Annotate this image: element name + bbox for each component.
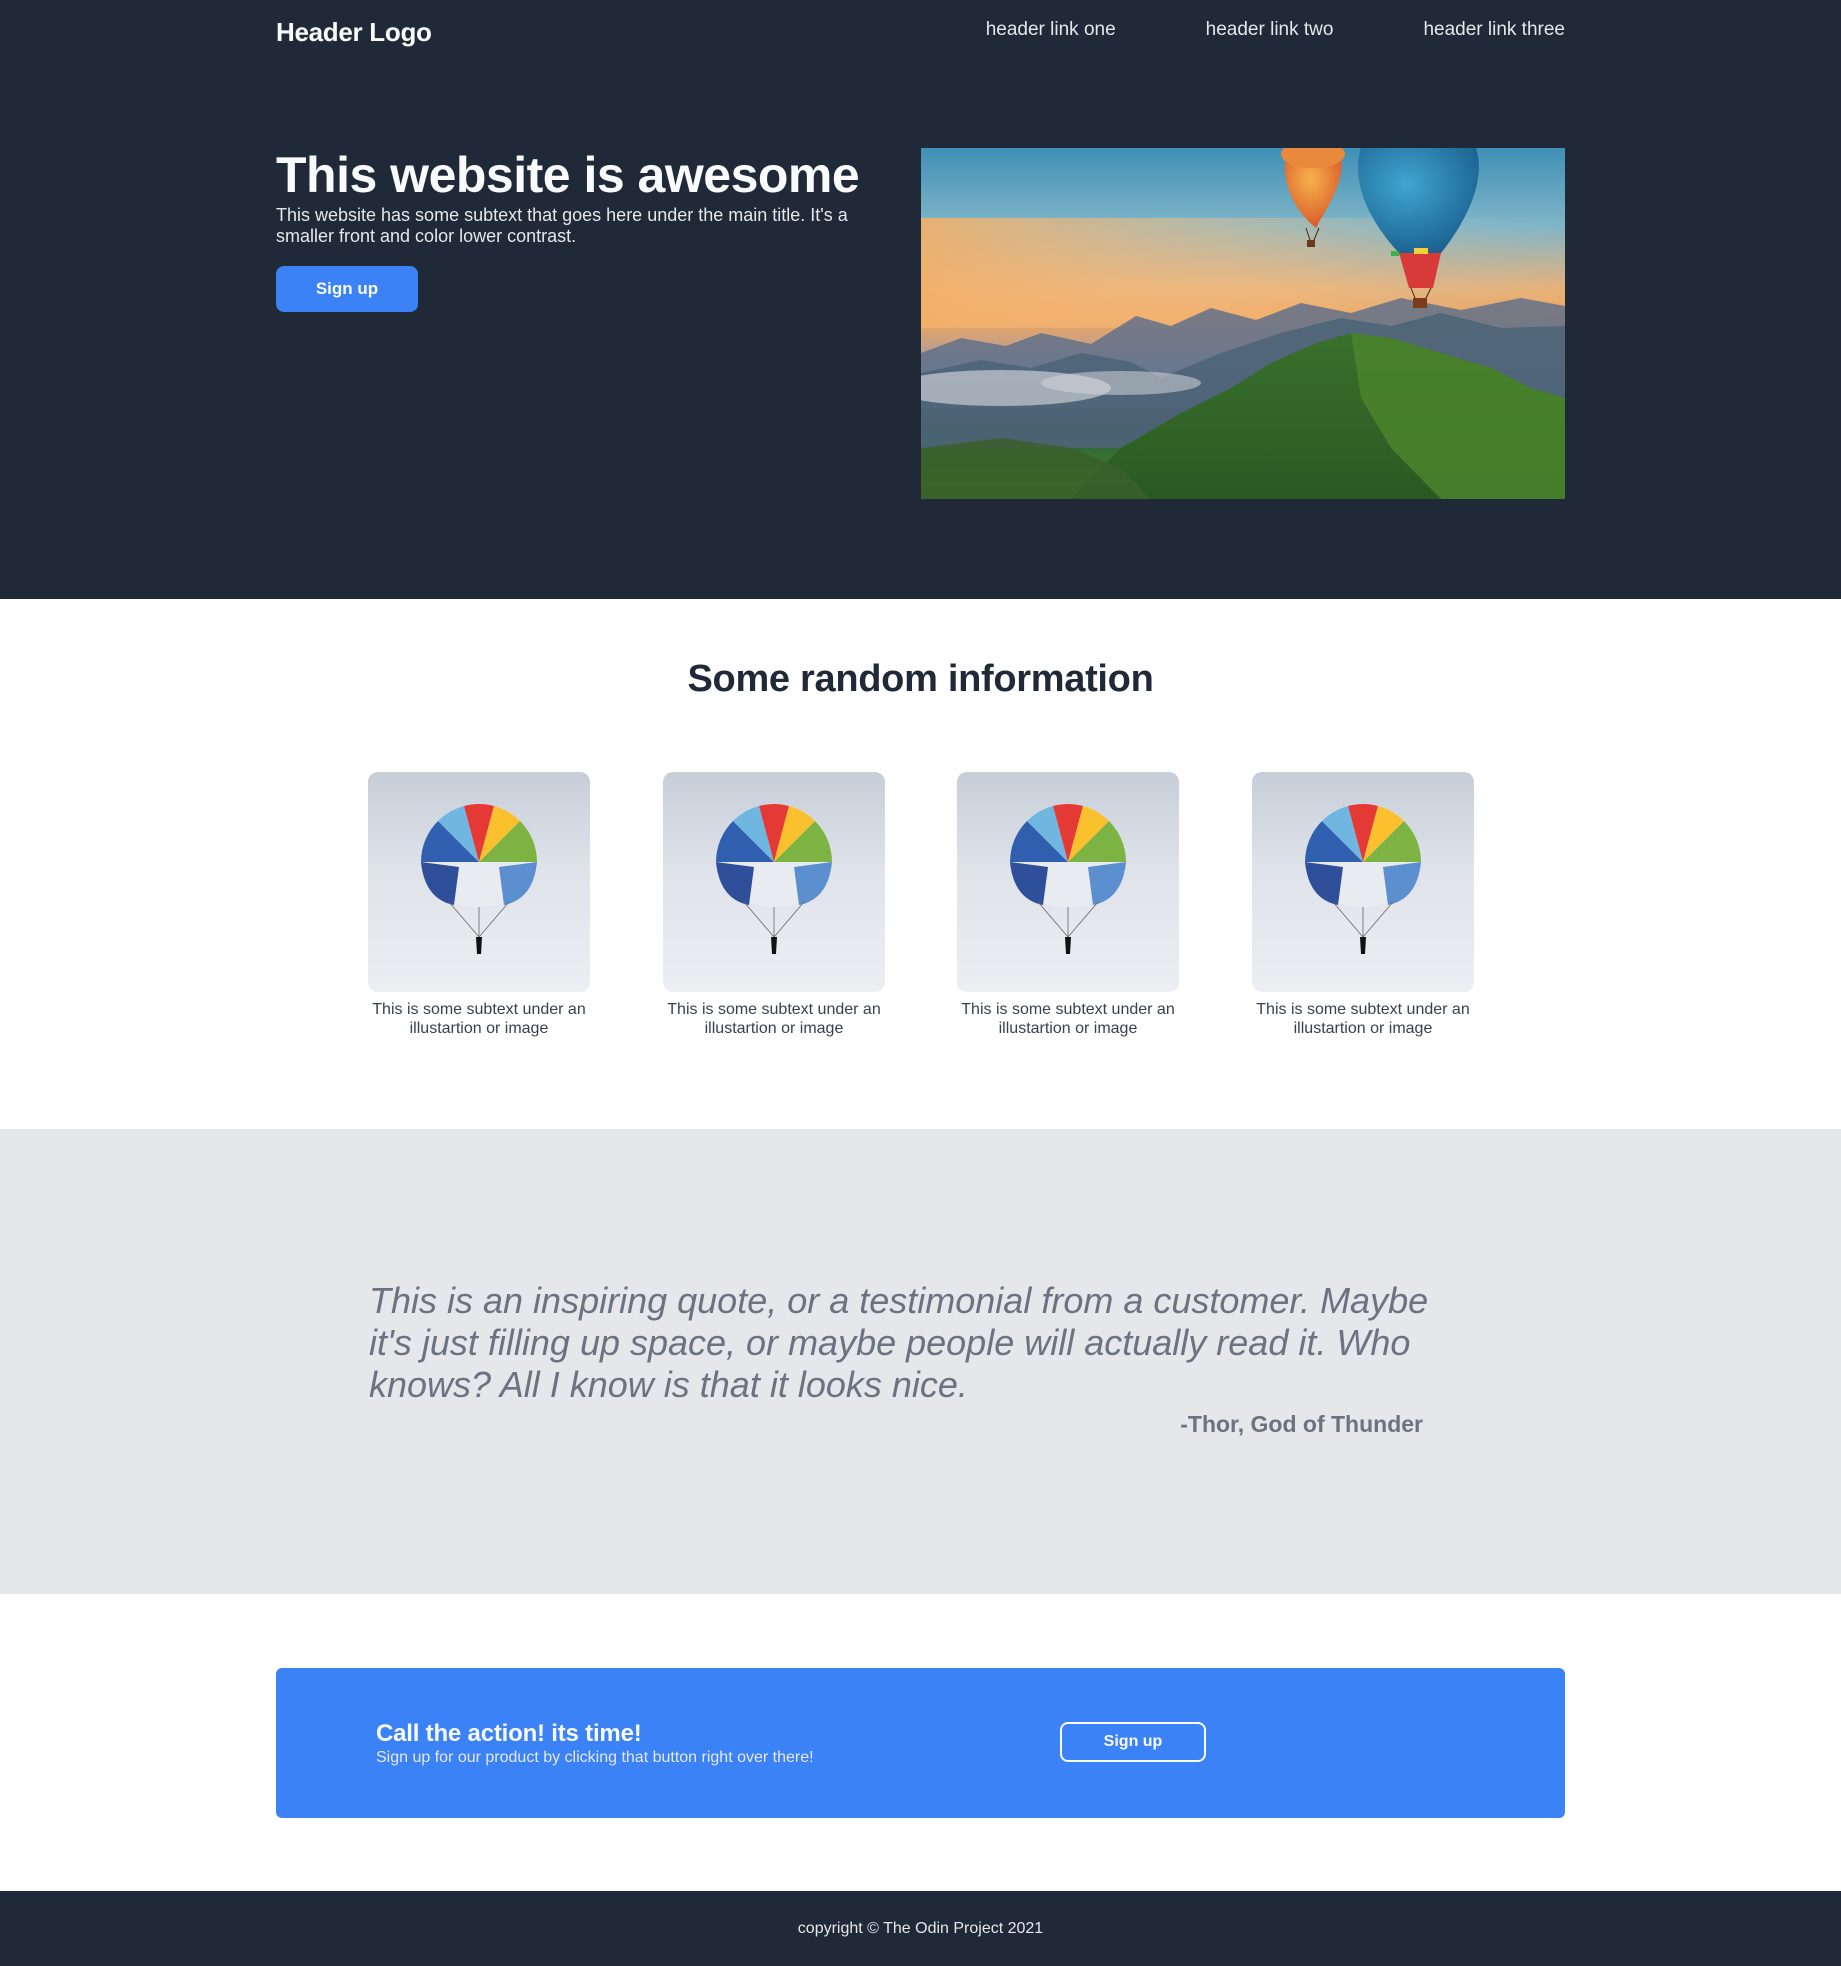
balloons-mountains-illustration bbox=[921, 148, 1565, 499]
info-card: This is some subtext under an illustarti… bbox=[957, 772, 1179, 1038]
parachute-icon bbox=[1305, 804, 1421, 954]
card-caption: This is some subtext under an illustarti… bbox=[667, 1001, 881, 1037]
card-caption: This is some subtext under an illustarti… bbox=[961, 1001, 1175, 1037]
parachute-image bbox=[368, 772, 590, 992]
info-card: This is some subtext under an illustarti… bbox=[368, 772, 590, 1038]
parachute-image bbox=[957, 772, 1179, 992]
footer-copyright: copyright © The Odin Project 2021 bbox=[797, 1920, 1044, 1937]
card-caption: This is some subtext under an illustarti… bbox=[372, 1001, 586, 1037]
quote-author: -Thor, God of Thunder bbox=[1180, 1411, 1423, 1437]
parachute-image bbox=[663, 772, 885, 992]
info-card: This is some subtext under an illustarti… bbox=[1252, 772, 1474, 1038]
info-card: This is some subtext under an illustarti… bbox=[663, 772, 885, 1038]
parachute-icon bbox=[1010, 804, 1126, 954]
cta-title: Call the action! its time! bbox=[376, 1720, 642, 1747]
header-link-two[interactable]: header link two bbox=[1206, 19, 1334, 41]
footer: copyright © The Odin Project 2021 bbox=[0, 1891, 1841, 1966]
hero-subtext: This website has some subtext that goes … bbox=[276, 205, 848, 246]
info-title: Some random information bbox=[687, 658, 1154, 700]
hero-title: This website is awesome bbox=[276, 147, 860, 203]
parachute-icon bbox=[716, 804, 832, 954]
call-to-action: Call the action! its time! Sign up for o… bbox=[276, 1668, 1565, 1818]
parachute-image bbox=[1252, 772, 1474, 992]
testimonial-quote: This is an inspiring quote, or a testimo… bbox=[369, 1280, 1429, 1405]
hero-image bbox=[921, 148, 1565, 499]
header-logo[interactable]: Header Logo bbox=[276, 17, 432, 48]
cta-subtext: Sign up for our product by clicking that… bbox=[376, 1749, 814, 1766]
header-nav: header link one header link two header l… bbox=[986, 19, 1565, 41]
hero-signup-button[interactable]: Sign up bbox=[276, 266, 418, 312]
hero-section: Header Logo header link one header link … bbox=[0, 0, 1841, 599]
cta-signup-button[interactable]: Sign up bbox=[1060, 1722, 1206, 1762]
parachute-icon bbox=[421, 804, 537, 954]
header-link-one[interactable]: header link one bbox=[986, 19, 1116, 41]
header-link-three[interactable]: header link three bbox=[1423, 19, 1565, 41]
card-caption: This is some subtext under an illustarti… bbox=[1256, 1001, 1470, 1037]
